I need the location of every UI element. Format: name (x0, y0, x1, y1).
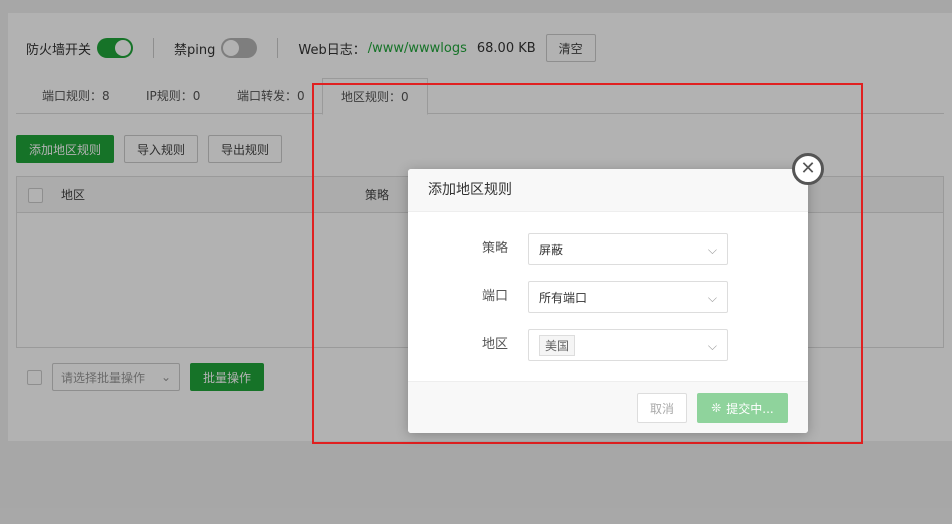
strategy-label: 策略 (481, 241, 508, 256)
chevron-down-icon: ⌵ (707, 291, 717, 305)
form-row-port: 端口 所有端口 ⌵ (408, 281, 808, 313)
add-region-rule-dialog: 添加地区规则 ✕ 策略 屏蔽 ⌵ 端口 所有端口 ⌵ 地区 美国 ⌵ 取消 ❊ … (408, 153, 824, 433)
chevron-down-icon: ⌵ (707, 243, 717, 257)
region-select[interactable]: 美国 ⌵ (528, 329, 728, 361)
submit-label: 提交中... (726, 401, 774, 416)
cancel-button[interactable]: 取消 (636, 393, 687, 423)
port-select[interactable]: 所有端口 ⌵ (528, 281, 728, 313)
strategy-value: 屏蔽 (539, 242, 564, 257)
port-value: 所有端口 (539, 290, 588, 305)
form-row-region: 地区 美国 ⌵ (408, 329, 808, 361)
dialog-footer: 取消 ❊ 提交中... (408, 381, 808, 433)
loading-spinner-icon: ❊ (711, 401, 722, 415)
chevron-down-icon: ⌵ (707, 339, 717, 353)
strategy-select[interactable]: 屏蔽 ⌵ (528, 233, 728, 265)
region-label: 地区 (481, 337, 508, 352)
dialog-title: 添加地区规则 (408, 169, 808, 212)
submit-button[interactable]: ❊ 提交中... (697, 393, 788, 423)
form-row-strategy: 策略 屏蔽 ⌵ (408, 233, 808, 265)
port-label: 端口 (481, 289, 508, 304)
region-tag[interactable]: 美国 (539, 334, 576, 356)
close-icon[interactable]: ✕ (792, 153, 824, 185)
